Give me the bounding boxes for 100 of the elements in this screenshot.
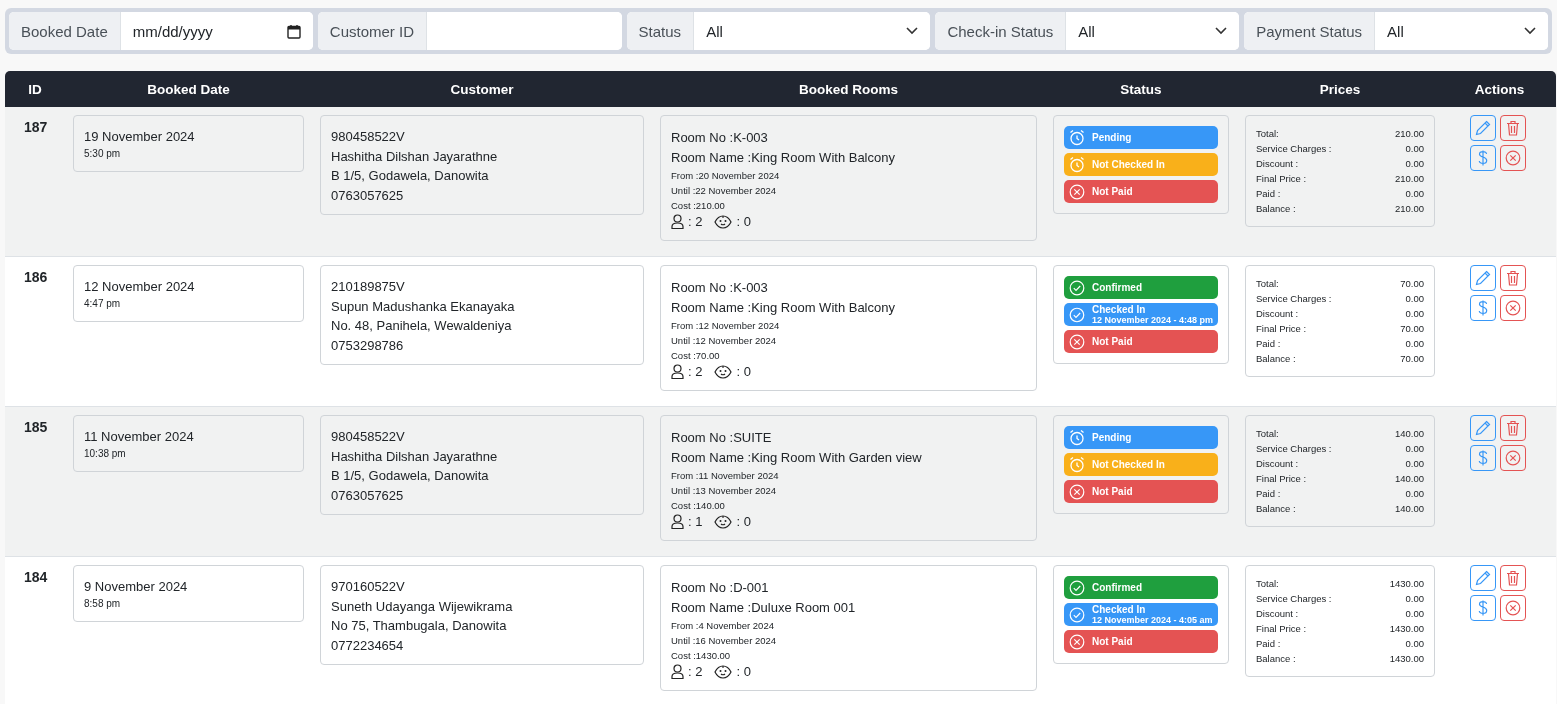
price-label: Total: — [1256, 127, 1279, 141]
booked-date: 9 November 2024 — [84, 579, 189, 594]
until-date: Until :12 November 2024 — [671, 334, 778, 348]
room-cost: Cost :210.00 — [671, 199, 726, 213]
price-value: 1430.00 — [1389, 622, 1424, 636]
column-header: Customer — [449, 81, 515, 97]
booked-time: 5:30 pm — [84, 148, 122, 159]
price-value: 0.00 — [1405, 142, 1424, 156]
customer-detail: No 75, Thambugala, Danowita — [331, 617, 508, 635]
child-count: : 0 — [736, 214, 751, 229]
room-name: Room Name :King Room With Garden view — [671, 449, 923, 467]
price-value: 0.00 — [1405, 307, 1424, 321]
customer-detail: No. 48, Panihela, Wewaldeniya — [331, 317, 513, 335]
status-badge: Confirmed — [1064, 276, 1218, 299]
booked-time: 8:58 pm — [84, 598, 122, 609]
status-badge: Checked In 12 November 2024 - 4:05 am — [1064, 603, 1218, 626]
customer-detail: 0763057625 — [331, 186, 405, 205]
filter-label: Booked Date — [9, 12, 121, 50]
price-label: Paid : — [1256, 337, 1281, 351]
price-label: Final Price : — [1256, 472, 1307, 486]
room-cost: Cost :140.00 — [671, 499, 726, 513]
from-date: From :12 November 2024 — [671, 319, 781, 333]
column-header: Status — [1119, 81, 1163, 97]
until-date: Until :22 November 2024 — [671, 184, 778, 198]
status-badge: Confirmed — [1064, 576, 1218, 599]
price-label: Paid : — [1256, 487, 1281, 501]
booked-date: 11 November 2024 — [84, 429, 195, 444]
room-name: Room Name :King Room With Balcony — [671, 149, 896, 167]
price-value: 0.00 — [1405, 592, 1424, 606]
customer-detail: B 1/5, Godawela, Danowita — [331, 167, 490, 185]
price-label: Paid : — [1256, 187, 1281, 201]
filter-label: Customer ID — [317, 12, 427, 50]
child-count: : 0 — [736, 514, 751, 529]
adult-count: : 2 — [688, 214, 703, 229]
customer-detail: Hashitha Dilshan Jayarathne — [331, 447, 499, 466]
customer-detail: 0753298786 — [331, 336, 405, 355]
price-value: 0.00 — [1405, 442, 1424, 456]
from-date: From :20 November 2024 — [671, 169, 781, 183]
price-value: 0.00 — [1405, 637, 1424, 651]
price-label: Final Price : — [1256, 622, 1307, 636]
room-number: Room No :D-001 — [671, 579, 770, 597]
filter-label: Payment Status — [1244, 12, 1376, 50]
price-label: Final Price : — [1256, 172, 1307, 186]
customer-detail: 0763057625 — [331, 486, 405, 505]
price-value: 140.00 — [1394, 427, 1424, 441]
price-label: Discount : — [1256, 157, 1299, 171]
customer-detail: B 1/5, Godawela, Danowita — [331, 467, 490, 485]
price-label: Service Charges : — [1256, 292, 1332, 306]
price-value: 70.00 — [1400, 322, 1424, 336]
price-label: Balance : — [1256, 202, 1296, 216]
booked-date: 12 November 2024 — [84, 279, 196, 294]
customer-detail: 980458522V — [331, 128, 406, 146]
column-header: Actions — [1473, 81, 1526, 97]
status-badge: Not Paid — [1064, 480, 1218, 503]
price-value: 0.00 — [1405, 187, 1424, 201]
adult-count: : 1 — [688, 514, 703, 529]
price-label: Final Price : — [1256, 322, 1307, 336]
price-label: Service Charges : — [1256, 592, 1332, 606]
price-value: 0.00 — [1405, 607, 1424, 621]
booking-id: 187 — [23, 118, 49, 137]
customer-detail: 970160522V — [331, 578, 406, 596]
booked-date: 19 November 2024 — [84, 129, 196, 144]
from-date: From :4 November 2024 — [671, 619, 775, 633]
room-name: Room Name :Duluxe Room 001 — [671, 599, 857, 617]
status-badge: Not Paid — [1064, 330, 1218, 353]
status-badge: Not Paid — [1064, 180, 1218, 203]
customer-detail: Suneth Udayanga Wijewikrama — [331, 597, 514, 616]
price-value: 0.00 — [1405, 337, 1424, 351]
price-value: 70.00 — [1400, 277, 1424, 291]
price-value: 210.00 — [1394, 202, 1424, 216]
price-label: Balance : — [1256, 652, 1296, 666]
status-badge: Pending — [1064, 126, 1218, 149]
price-value: 1430.00 — [1389, 652, 1424, 666]
customer-detail: 210189875V — [331, 278, 406, 296]
price-value: 210.00 — [1394, 172, 1424, 186]
status-badge: Pending — [1064, 426, 1218, 449]
price-value: 70.00 — [1400, 352, 1424, 366]
customer-detail: Hashitha Dilshan Jayarathne — [331, 147, 499, 166]
price-value: 140.00 — [1394, 472, 1424, 486]
booked-time: 10:38 pm — [84, 448, 127, 459]
price-value: 0.00 — [1405, 292, 1424, 306]
price-value: 1430.00 — [1389, 577, 1424, 591]
customer-detail: 980458522V — [331, 428, 406, 446]
until-date: Until :16 November 2024 — [671, 634, 778, 648]
price-value: 0.00 — [1405, 157, 1424, 171]
column-header: Booked Rooms — [798, 81, 899, 97]
status-badge: Not Checked In — [1064, 153, 1218, 176]
price-label: Paid : — [1256, 637, 1281, 651]
room-number: Room No :K-003 — [671, 129, 769, 147]
price-value: 0.00 — [1405, 457, 1424, 471]
price-label: Discount : — [1256, 457, 1299, 471]
booked-time: 4:47 pm — [84, 298, 122, 309]
status-badge: Checked In 12 November 2024 - 4:48 pm — [1064, 303, 1218, 326]
price-value: 0.00 — [1405, 487, 1424, 501]
price-label: Service Charges : — [1256, 142, 1332, 156]
price-label: Balance : — [1256, 352, 1296, 366]
adult-count: : 2 — [688, 664, 703, 679]
price-label: Service Charges : — [1256, 442, 1332, 456]
until-date: Until :13 November 2024 — [671, 484, 778, 498]
price-label: Discount : — [1256, 307, 1299, 321]
